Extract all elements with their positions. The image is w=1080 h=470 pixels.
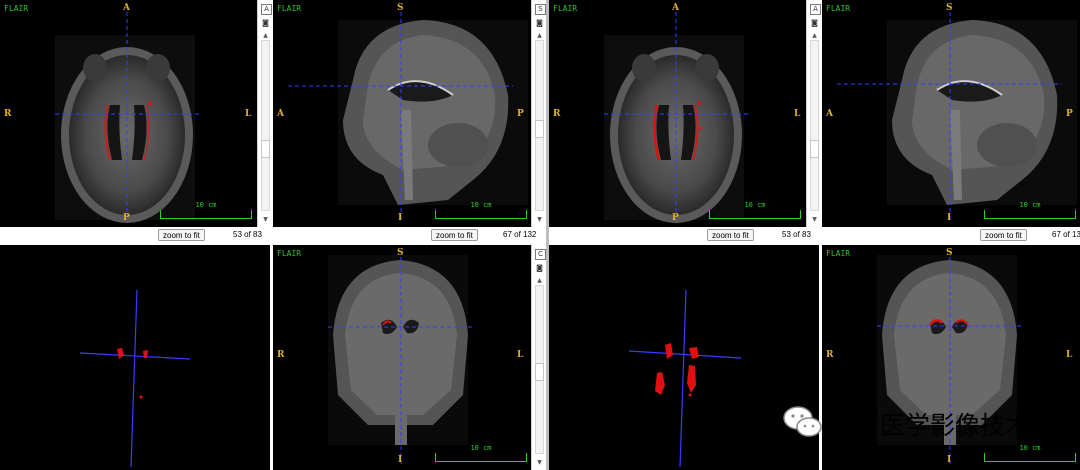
axial-view-button[interactable]: A (261, 4, 272, 15)
orientation-posterior: P (123, 213, 130, 223)
scroll-up-icon[interactable]: ▲ (810, 33, 819, 39)
orientation-posterior: P (672, 213, 679, 223)
scale-bar: 10 cm (435, 201, 527, 219)
sagittal-view-right[interactable]: FLAIR S I A P 10 cm (822, 0, 1080, 227)
axial-toolbar-left: zoom to fit 53 of 83 (0, 227, 273, 245)
orientation-anterior: A (826, 109, 833, 119)
sequence-label: FLAIR (4, 4, 29, 13)
camera-icon[interactable]: ◙ (810, 19, 819, 27)
orientation-right: R (277, 350, 285, 360)
render-3d-image-left (79, 289, 191, 468)
scroll-down-icon[interactable]: ▼ (261, 217, 270, 223)
zoom-to-fit-button[interactable]: zoom to fit (980, 229, 1027, 241)
scroll-up-icon[interactable]: ▲ (261, 33, 270, 39)
orientation-superior: S (946, 248, 953, 258)
camera-icon[interactable]: ◙ (261, 19, 270, 27)
scroll-up-icon[interactable]: ▲ (535, 33, 544, 39)
orientation-inferior: I (398, 213, 403, 223)
axial-scrollbar-right[interactable]: A ◙ ▲ ▼ (806, 0, 821, 227)
scroll-down-icon[interactable]: ▼ (810, 217, 819, 223)
zoom-to-fit-button[interactable]: zoom to fit (707, 229, 754, 241)
orientation-anterior: A (277, 109, 284, 119)
sagittal-toolbar-left: zoom to fit 67 of 132 (273, 227, 545, 245)
orientation-superior: S (946, 3, 953, 13)
scroll-thumb[interactable] (535, 363, 544, 381)
axial-toolbar-right: zoom to fit 53 of 83 (549, 227, 822, 245)
scale-bar: 10 cm (709, 201, 801, 219)
scroll-thumb[interactable] (810, 140, 819, 158)
camera-icon[interactable]: ◙ (535, 264, 544, 272)
sagittal-toolbar-right: zoom to fit 67 of 13 (822, 227, 1080, 245)
orientation-posterior: P (1066, 109, 1073, 119)
sagittal-scrollbar-left[interactable]: S ◙ ▲ ▼ (531, 0, 546, 227)
orientation-left: L (794, 109, 801, 119)
sagittal-image-left (288, 12, 528, 222)
scale-bar: 10 cm (435, 444, 527, 462)
orientation-right: R (4, 109, 12, 119)
sequence-label: FLAIR (826, 4, 851, 13)
watermark-text: 最新医学影像技术 (830, 411, 1031, 440)
coronal-view-left[interactable]: FLAIR S I R L 10 cm (273, 245, 531, 470)
scroll-thumb[interactable] (261, 140, 270, 158)
sequence-label: FLAIR (553, 4, 578, 13)
axial-view-button[interactable]: A (810, 4, 821, 15)
orientation-superior: S (397, 248, 404, 258)
scroll-thumb[interactable] (535, 120, 544, 138)
sequence-label: FLAIR (826, 249, 851, 258)
slice-counter: 67 of 132 (503, 230, 537, 239)
axial-image-left (55, 12, 200, 223)
render-3d-view-left[interactable] (0, 245, 270, 470)
orientation-right: R (826, 350, 834, 360)
orientation-posterior: P (517, 109, 524, 119)
coronal-image-left (328, 255, 473, 465)
sagittal-view-button[interactable]: S (535, 4, 546, 15)
zoom-to-fit-button[interactable]: zoom to fit (431, 229, 478, 241)
render-3d-view-right[interactable] (549, 245, 819, 470)
scroll-up-icon[interactable]: ▲ (535, 278, 544, 284)
orientation-left: L (1066, 350, 1073, 360)
orientation-right: R (553, 109, 561, 119)
sagittal-view-left[interactable]: FLAIR S I A P 10 cm (273, 0, 531, 227)
slice-counter: 53 of 83 (233, 230, 262, 239)
coronal-scrollbar-left[interactable]: C ◙ ▲ ▼ (531, 245, 546, 470)
slice-counter: 53 of 83 (782, 230, 811, 239)
axial-image-right (604, 12, 749, 223)
scroll-down-icon[interactable]: ▼ (535, 217, 544, 223)
scroll-down-icon[interactable]: ▼ (535, 460, 544, 466)
axial-view-right[interactable]: FLAIR A P R L 10 cm (549, 0, 806, 227)
watermark: 最新医学影像技术 (780, 402, 1070, 442)
orientation-inferior: I (947, 213, 952, 223)
orientation-superior: S (397, 3, 404, 13)
orientation-left: L (245, 109, 252, 119)
coronal-view-button[interactable]: C (535, 249, 546, 260)
sequence-label: FLAIR (277, 4, 302, 13)
slice-counter: 67 of 13 (1052, 230, 1080, 239)
sequence-label: FLAIR (277, 249, 302, 258)
sagittal-image-right (837, 12, 1077, 222)
render-3d-image-right (628, 289, 742, 468)
camera-icon[interactable]: ◙ (535, 19, 544, 27)
orientation-inferior: I (398, 455, 403, 465)
axial-view-left[interactable]: FLAIR A P R L 10 cm (0, 0, 257, 227)
axial-scrollbar-left[interactable]: A ◙ ▲ ▼ (257, 0, 272, 227)
scale-bar: 10 cm (984, 444, 1076, 462)
orientation-left: L (517, 350, 524, 360)
orientation-anterior: A (123, 3, 130, 13)
zoom-to-fit-button[interactable]: zoom to fit (158, 229, 205, 241)
orientation-anterior: A (672, 3, 679, 13)
scale-bar: 10 cm (984, 201, 1076, 219)
scale-bar: 10 cm (160, 201, 252, 219)
orientation-inferior: I (947, 455, 952, 465)
wechat-icon (783, 406, 822, 437)
